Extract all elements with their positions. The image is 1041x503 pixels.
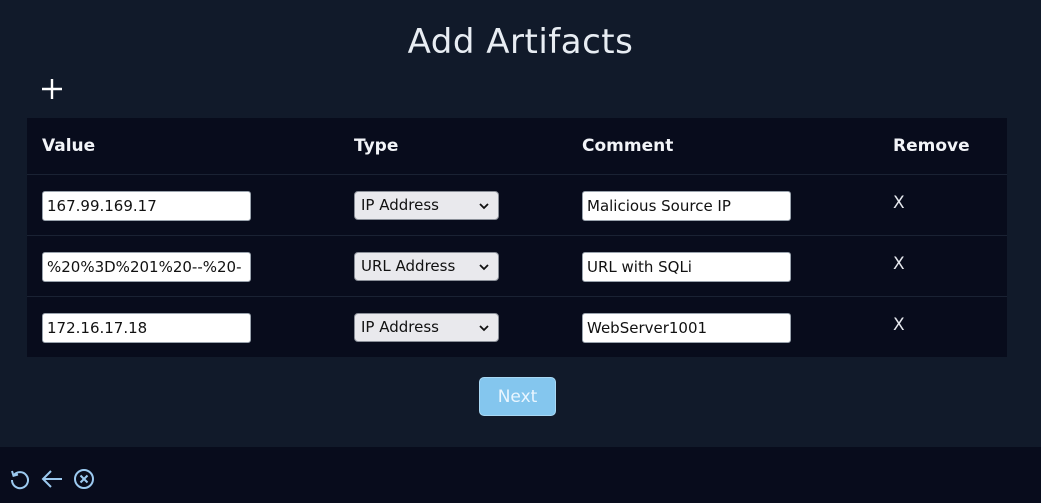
table-row: IP Address X [27,174,1007,235]
chevron-down-icon [479,203,489,210]
value-input[interactable] [42,191,251,221]
remove-row-button[interactable]: X [893,254,905,274]
add-artifact-button[interactable] [38,75,66,103]
comment-input[interactable] [582,313,791,343]
refresh-icon[interactable] [8,467,32,491]
comment-input[interactable] [582,252,791,282]
chevron-down-icon [479,325,489,332]
header-value: Value [42,136,96,156]
table-header: Value Type Comment Remove [27,118,1007,174]
type-select[interactable]: URL Address [354,252,499,281]
header-comment: Comment [582,136,674,156]
artifacts-table: Value Type Comment Remove IP Address X U… [27,118,1007,357]
remove-row-button[interactable]: X [893,315,905,335]
type-select-value: URL Address [361,257,456,275]
value-input[interactable] [42,252,251,282]
comment-input[interactable] [582,191,791,221]
type-select[interactable]: IP Address [354,191,499,220]
remove-row-button[interactable]: X [893,193,905,213]
close-circle-icon[interactable] [72,467,96,491]
type-select[interactable]: IP Address [354,313,499,342]
header-remove: Remove [893,136,970,156]
chevron-down-icon [479,264,489,271]
type-select-value: IP Address [361,318,439,336]
header-type: Type [354,136,399,156]
plus-icon [42,79,62,99]
page-title: Add Artifacts [407,22,634,62]
next-button[interactable]: Next [479,377,556,416]
bottom-bar [0,447,1041,503]
table-row: URL Address X [27,235,1007,296]
type-select-value: IP Address [361,196,439,214]
back-arrow-icon[interactable] [40,467,64,491]
table-row: IP Address X [27,296,1007,357]
value-input[interactable] [42,313,251,343]
